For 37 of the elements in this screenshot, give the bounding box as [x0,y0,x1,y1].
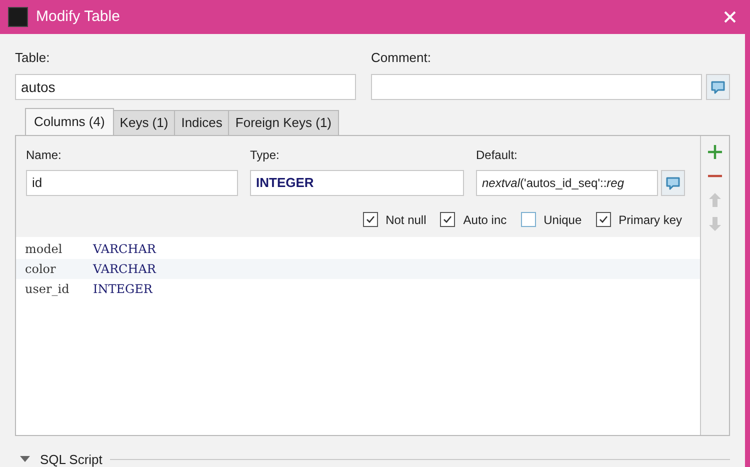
default-label: Default: [476,146,518,164]
type-field[interactable]: INTEGER [250,170,464,196]
option-checkbox[interactable]: Not null [362,210,426,228]
tab[interactable]: Keys (1) [112,110,176,134]
sql-script-toggle[interactable]: SQL Script [20,450,102,467]
default-edit-button[interactable] [661,170,685,196]
close-button[interactable] [722,9,738,25]
window-title: Modify Table [36,6,120,27]
column-type: INTEGER [93,280,152,298]
speech-bubble-icon [665,174,681,190]
column-name: color [25,260,57,278]
comment-field[interactable] [371,74,702,100]
column-row[interactable]: color VARCHAR [16,258,700,278]
expand-triangle-icon [20,455,30,464]
app-logo-icon [8,7,28,27]
option-checkbox[interactable]: Unique [520,210,582,228]
table-name-field[interactable]: autos [15,74,356,100]
type-label: Type: [250,146,280,164]
column-name: model [25,240,64,258]
name-field[interactable]: id [26,170,238,196]
speech-bubble-icon [710,78,726,94]
column-type: VARCHAR [93,240,156,258]
column-row[interactable]: user_id INTEGER [16,278,700,298]
table-label: Table: [15,49,51,67]
tab[interactable]: Indices [174,110,230,134]
option-checkbox[interactable]: Auto inc [440,210,507,228]
default-field[interactable]: nextval('autos_id_seq'::reg [476,170,658,196]
tab[interactable]: Foreign Keys (1) [228,110,338,134]
tab[interactable]: Columns (4) [25,108,114,134]
option-checkbox[interactable]: Primary key [596,210,682,228]
add-icon[interactable] [707,144,723,160]
column-row[interactable]: model VARCHAR [16,238,700,258]
column-type: VARCHAR [93,260,156,278]
name-label: Name: [26,146,62,164]
comment-label: Comment: [371,49,432,67]
column-name: user_id [25,280,70,298]
comment-edit-button[interactable] [706,74,730,100]
